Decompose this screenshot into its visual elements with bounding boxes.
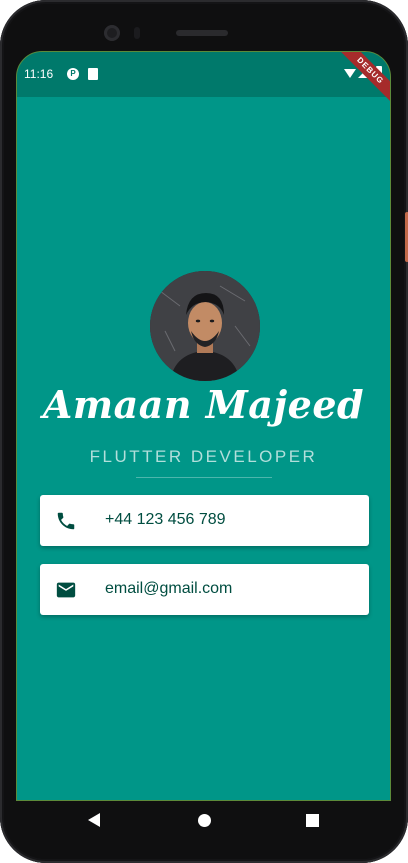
divider <box>136 477 272 478</box>
recents-icon[interactable] <box>306 814 319 827</box>
wifi-icon <box>344 69 356 78</box>
profile-photo <box>150 271 260 381</box>
home-icon[interactable] <box>198 814 211 827</box>
phone-frame: 11:16 P DEBUG Amaan Majeed FLUTTER DEVEL… <box>0 0 408 863</box>
avatar <box>150 271 260 381</box>
proximity-sensor <box>134 27 140 39</box>
front-camera <box>104 25 120 41</box>
earpiece-speaker <box>176 30 228 36</box>
phone-card[interactable]: +44 123 456 789 <box>40 495 369 546</box>
profile-title: FLUTTER DEVELOPER <box>89 447 318 466</box>
status-bar: 11:16 P <box>17 52 390 97</box>
p-notification-icon: P <box>67 68 79 80</box>
sd-card-icon <box>88 68 98 80</box>
phone-icon <box>57 512 75 530</box>
phone-number: +44 123 456 789 <box>105 511 226 528</box>
email-card[interactable]: email@gmail.com <box>40 564 369 615</box>
app-screen: 11:16 P DEBUG Amaan Majeed FLUTTER DEVEL… <box>16 51 391 801</box>
profile-name: Amaan Majeed <box>42 382 365 427</box>
android-nav-bar <box>16 801 391 841</box>
mail-icon <box>56 582 76 598</box>
status-time: 11:16 <box>24 67 54 81</box>
email-address: email@gmail.com <box>105 580 233 597</box>
back-icon[interactable] <box>88 813 100 827</box>
